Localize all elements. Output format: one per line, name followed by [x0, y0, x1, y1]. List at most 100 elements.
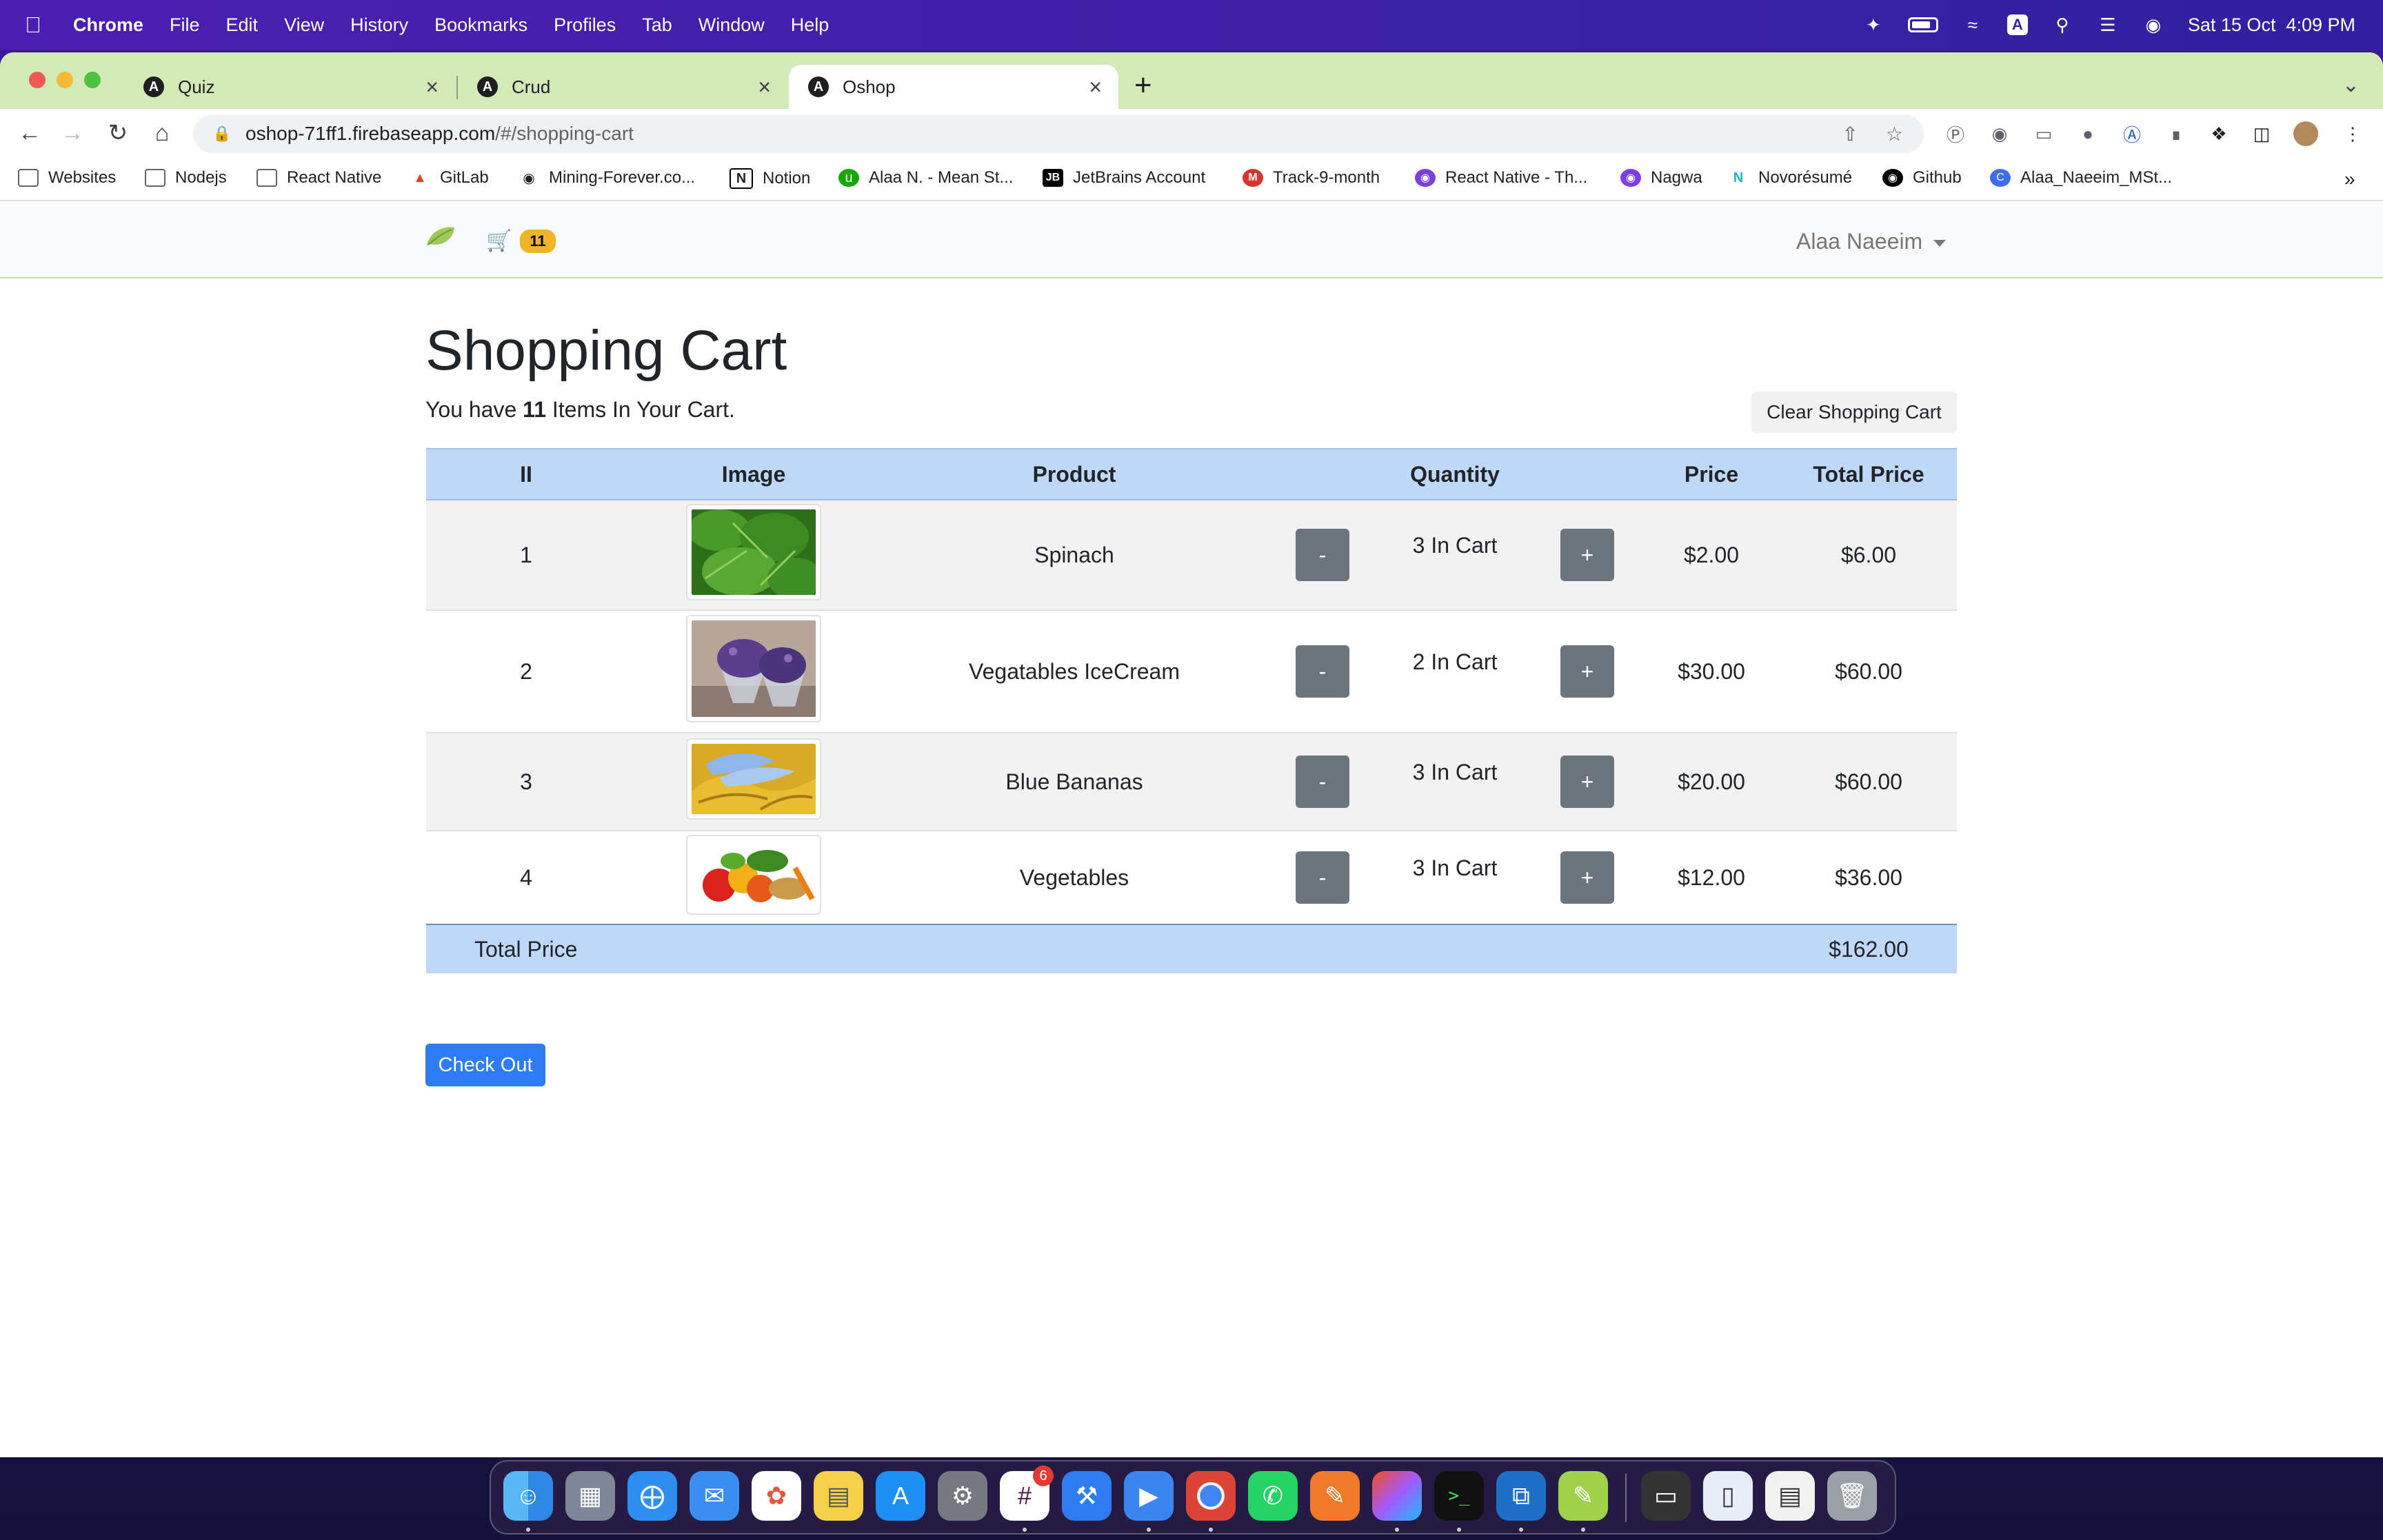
screen-mirroring-icon[interactable]: ✦ — [1862, 14, 1884, 35]
maximize-window-button[interactable] — [84, 72, 101, 88]
cart-link[interactable]: 🛒 11 — [486, 229, 556, 253]
bookmark-websites[interactable]: Websites — [18, 168, 116, 188]
whatsapp-icon[interactable]: ✆ — [1248, 1471, 1298, 1521]
sketch-icon[interactable]: ✎ — [1558, 1471, 1608, 1521]
increase-quantity-button[interactable]: + — [1560, 529, 1614, 581]
bananas-image — [692, 744, 816, 814]
bookmark-track[interactable]: M Track-9-month — [1243, 168, 1380, 188]
wifi-icon[interactable]: ≈ — [1962, 14, 1984, 35]
simulator-icon[interactable]: ▶ — [1124, 1471, 1174, 1521]
close-tab-icon[interactable]: × — [425, 74, 439, 100]
bookmarks-overflow-icon[interactable]: » — [2344, 168, 2355, 190]
home-icon[interactable]: ⌂ — [146, 117, 178, 149]
document-stack-icon[interactable]: ▤ — [1765, 1471, 1815, 1521]
increase-quantity-button[interactable]: + — [1560, 756, 1614, 808]
spotlight-search-icon[interactable]: ⚲ — [2051, 14, 2073, 35]
figma-icon[interactable] — [1372, 1471, 1422, 1521]
bookmark-nagwa[interactable]: ◉ Nagwa — [1620, 168, 1702, 188]
input-source-icon[interactable]: A — [2007, 14, 2028, 35]
tab-search-chevron-icon[interactable]: ⌄ — [2342, 73, 2360, 97]
extension-ci-icon[interactable]: ∎ — [2164, 121, 2189, 146]
bookmark-star-icon[interactable]: ☆ — [1886, 123, 1903, 145]
side-panel-icon[interactable]: ◫ — [2249, 121, 2274, 146]
back-arrow-icon[interactable]: ← — [14, 117, 46, 149]
control-center-icon[interactable]: ☰ — [2097, 14, 2119, 35]
bookmark-gitlab[interactable]: ▲ GitLab — [410, 168, 489, 188]
increase-quantity-button[interactable]: + — [1560, 851, 1614, 904]
address-url[interactable]: oshop-71ff1.firebaseapp.com/#/shopping-c… — [245, 123, 634, 145]
menu-window[interactable]: Window — [698, 14, 765, 36]
user-dropdown[interactable]: Alaa Naeeim — [1796, 229, 1947, 254]
decrease-quantity-button[interactable]: - — [1296, 529, 1349, 581]
bookmark-alaa-naeeim[interactable]: C Alaa_Naeeim_MSt... — [1990, 168, 2172, 188]
bookmark-react-native[interactable]: React Native — [257, 168, 381, 188]
menu-app-name[interactable]: Chrome — [73, 14, 143, 36]
system-preferences-icon[interactable]: ⚙ — [938, 1471, 987, 1521]
close-window-button[interactable] — [29, 72, 46, 88]
menu-bookmarks[interactable]: Bookmarks — [434, 14, 527, 36]
jetbrains-icon: JB — [1043, 169, 1063, 187]
photos-icon[interactable]: ✿ — [752, 1471, 801, 1521]
clear-cart-button[interactable]: Clear Shopping Cart — [1751, 392, 1957, 433]
reload-icon[interactable]: ↻ — [102, 117, 134, 149]
notes-icon[interactable]: ▤ — [814, 1471, 863, 1521]
extension-ghost-icon[interactable]: ● — [2075, 121, 2100, 146]
menu-view[interactable]: View — [284, 14, 324, 36]
extensions-puzzle-icon[interactable]: ❖ — [2206, 121, 2231, 146]
decrease-quantity-button[interactable]: - — [1296, 851, 1349, 904]
share-icon[interactable]: ⇧ — [1842, 123, 1858, 145]
bookmark-jetbrains[interactable]: JB JetBrains Account — [1043, 168, 1205, 188]
menu-file[interactable]: File — [170, 14, 200, 36]
menu-history[interactable]: History — [350, 14, 408, 36]
bookmark-novoresume[interactable]: N Novorésumé — [1728, 168, 1852, 188]
bookmark-github[interactable]: ◉ Github — [1882, 168, 1962, 188]
finder-icon[interactable]: ☺ — [503, 1471, 553, 1521]
mail-icon[interactable]: ✉ — [690, 1471, 739, 1521]
bookmark-upwork[interactable]: u Alaa N. - Mean St... — [838, 168, 1013, 188]
close-tab-icon[interactable]: × — [758, 74, 771, 100]
launchpad-icon[interactable]: ▦ — [565, 1471, 615, 1521]
siri-icon[interactable]: ◉ — [2142, 14, 2164, 35]
checkout-button[interactable]: Check Out — [425, 1044, 545, 1086]
bookmark-notion[interactable]: N Notion — [730, 168, 810, 189]
extension-a-icon[interactable]: Ⓐ — [2120, 121, 2144, 146]
bookmark-nodejs[interactable]: Nodejs — [145, 168, 227, 188]
menu-edit[interactable]: Edit — [226, 14, 259, 36]
camera-extension-icon[interactable]: ◉ — [1987, 121, 2012, 146]
increase-quantity-button[interactable]: + — [1560, 645, 1614, 698]
trash-icon[interactable]: 🗑 — [1827, 1471, 1877, 1521]
tab-oshop[interactable]: A Oshop × — [789, 65, 1118, 109]
recent-window-icon[interactable]: ▭ — [1641, 1471, 1691, 1521]
bookmark-mining-forever[interactable]: ◉ Mining-Forever.co... — [519, 168, 695, 188]
cast-extension-icon[interactable]: ▭ — [2031, 121, 2056, 146]
chrome-icon[interactable] — [1186, 1471, 1236, 1521]
safari-icon[interactable]: ⨁ — [627, 1471, 677, 1521]
menu-profiles[interactable]: Profiles — [554, 14, 616, 36]
forward-arrow-icon[interactable]: → — [57, 117, 88, 149]
minimize-window-button[interactable] — [57, 72, 73, 88]
menu-help[interactable]: Help — [791, 14, 829, 36]
decrease-quantity-button[interactable]: - — [1296, 756, 1349, 808]
xcode-icon[interactable]: ⚒ — [1062, 1471, 1112, 1521]
apple-menu-icon[interactable]:  — [25, 12, 52, 38]
address-bar[interactable]: 🔒 oshop-71ff1.firebaseapp.com/#/shopping… — [193, 114, 1924, 153]
close-tab-icon[interactable]: × — [1089, 74, 1102, 100]
bookmark-react-native-th[interactable]: ◉ React Native - Th... — [1415, 168, 1587, 188]
battery-icon[interactable] — [1907, 17, 1938, 32]
tab-quiz[interactable]: A Quiz × — [124, 65, 455, 109]
menubar-clock[interactable]: Sat 15 Oct 4:09 PM — [2188, 14, 2355, 36]
extension-h-icon[interactable]: Ⓟ — [1943, 121, 1968, 146]
pages-icon[interactable]: ✎ — [1310, 1471, 1360, 1521]
menu-tab[interactable]: Tab — [642, 14, 672, 36]
terminal-icon[interactable]: >_ — [1434, 1471, 1484, 1521]
decrease-quantity-button[interactable]: - — [1296, 645, 1349, 698]
vscode-icon[interactable]: ⧉ — [1496, 1471, 1546, 1521]
new-tab-button[interactable]: + — [1134, 70, 1152, 101]
tab-crud[interactable]: A Crud × — [458, 65, 787, 109]
leaf-logo-icon[interactable] — [425, 226, 456, 247]
chrome-menu-icon[interactable]: ⋮ — [2340, 121, 2365, 146]
profile-avatar[interactable] — [2293, 121, 2318, 146]
app-store-icon[interactable]: A — [876, 1471, 925, 1521]
downloads-stack-icon[interactable]: ▯ — [1703, 1471, 1753, 1521]
lock-icon[interactable]: 🔒 — [212, 125, 231, 143]
